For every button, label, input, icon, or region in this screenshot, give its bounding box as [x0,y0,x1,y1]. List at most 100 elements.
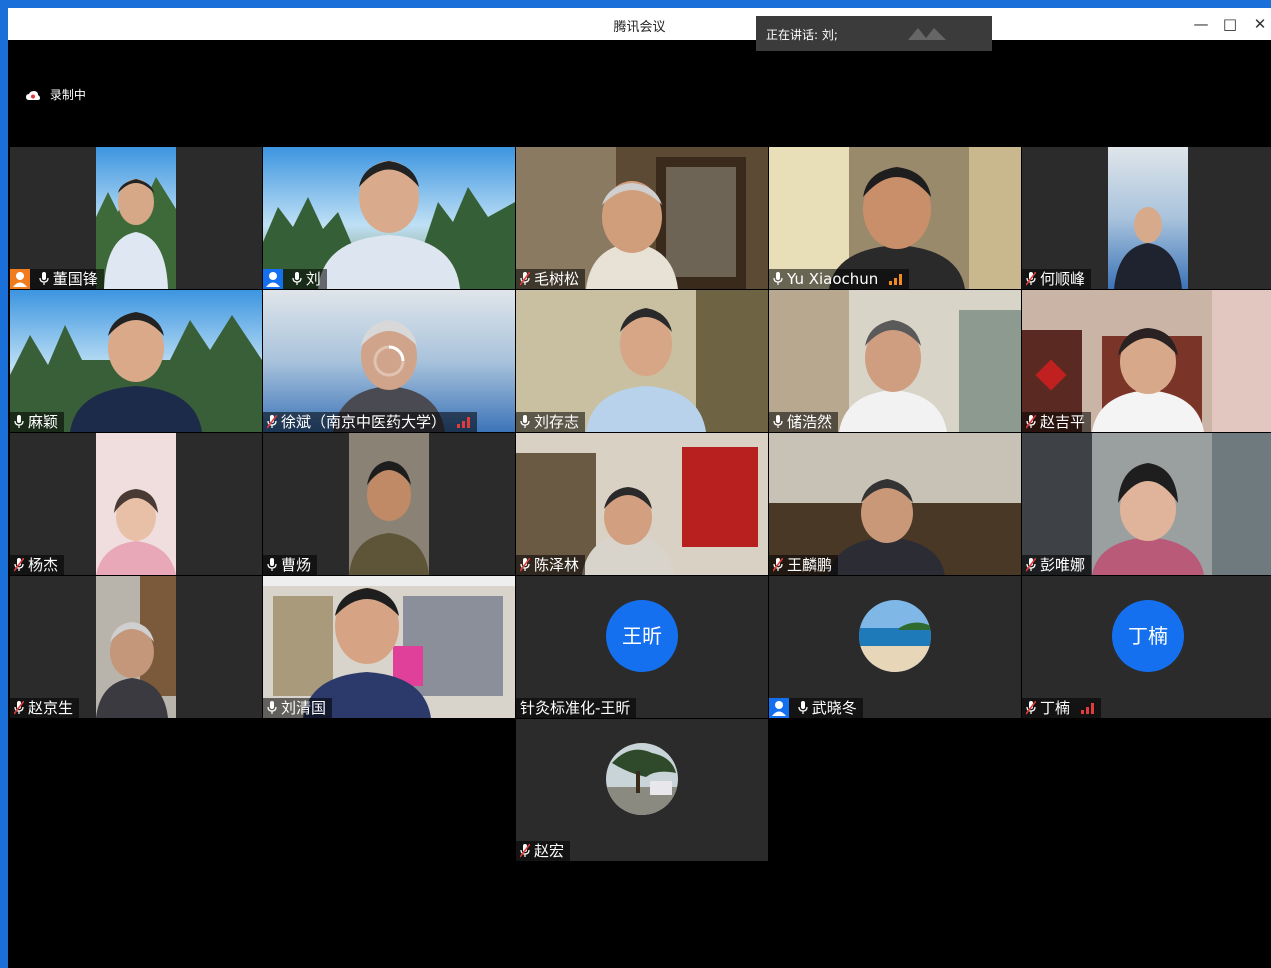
participant-name: 丁楠 [1040,699,1071,717]
participant-label: 赵吉平 [1022,412,1092,432]
participant-video [10,290,262,432]
participant-name: 彭唯娜 [1040,556,1086,574]
mic-icon [773,272,783,286]
mic-muted-icon [1026,415,1036,429]
participant-tile[interactable]: 赵京生 [10,576,262,718]
participant-name: 赵吉平 [1040,413,1086,431]
participant-name: 刘 [305,270,321,288]
mic-icon [267,558,277,572]
participant-label: 刘 [263,269,327,289]
mic-muted-icon [1026,558,1036,572]
participant-tile[interactable]: 刘存志 [516,290,768,432]
participant-video [1022,290,1271,432]
mic-icon [39,272,49,286]
participant-tile[interactable]: 王麟鹏 [769,433,1021,575]
participant-name: 董国锋 [52,270,98,288]
title-bar: 腾讯会议 — □ ✕ [8,8,1271,40]
participant-tile-no-video[interactable]: 丁楠 丁楠 [1022,576,1271,718]
participant-tile-active-speaker[interactable]: 刘 [263,147,515,289]
participant-label: 刘存志 [516,412,586,432]
mic-muted-icon [267,415,277,429]
recording-cloud-icon [26,90,40,100]
participant-tile[interactable]: 毛树松 [516,147,768,289]
participant-label: 杨杰 [10,555,65,575]
participant-name: 麻颖 [28,413,59,431]
window-title: 腾讯会议 [613,20,666,35]
participant-video [263,147,515,289]
mic-icon [520,415,530,429]
participant-name: Yu Xiaochun [787,270,879,288]
minimize-icon[interactable]: — [1187,12,1215,36]
participant-video [1108,147,1188,289]
mic-muted-icon [520,844,530,858]
participant-video [1022,433,1271,575]
mic-icon [267,701,277,715]
participant-tile[interactable]: Yu Xiaochun [769,147,1021,289]
participant-tile-no-video[interactable]: 赵宏 [516,719,768,861]
speaking-text: 正在讲话: 刘; [766,28,838,42]
participant-tile[interactable]: 董国锋 [10,147,262,289]
participant-name: 毛树松 [534,270,580,288]
participant-video [96,433,176,575]
participant-label: Yu Xiaochun [769,269,910,289]
participant-name: 赵宏 [534,842,565,860]
recording-label: 录制中 [49,88,86,102]
user-icon [769,698,789,718]
signal-icon [1080,703,1094,714]
mic-muted-icon [14,701,24,715]
participant-label: 毛树松 [516,269,586,289]
participant-name: 刘存志 [534,413,580,431]
participant-tile[interactable]: 彭唯娜 [1022,433,1271,575]
participant-tile[interactable]: 陈泽林 [516,433,768,575]
participant-label: 刘清国 [263,698,333,718]
mic-muted-icon [1026,701,1036,715]
maximize-icon[interactable]: □ [1216,12,1244,36]
participant-label: 麻颖 [10,412,65,432]
host-icon [10,269,30,289]
participant-label: 何顺峰 [1022,269,1092,289]
participant-label: 董国锋 [10,269,104,289]
participant-name: 杨杰 [28,556,59,574]
participant-video [769,147,1021,289]
close-icon[interactable]: ✕ [1246,12,1271,36]
participant-video [516,147,768,289]
participant-name: 曹炀 [281,556,312,574]
participant-name: 刘清国 [281,699,327,717]
participant-tile[interactable]: 徐斌（南京中医药大学） [263,290,515,432]
mic-muted-icon [773,558,783,572]
participant-video [263,576,515,718]
speaking-indicator: 正在讲话: 刘; [756,16,992,51]
participant-avatar: 丁楠 [1112,600,1184,672]
participant-tile[interactable]: 杨杰 [10,433,262,575]
participant-name: 武晓冬 [811,699,857,717]
participant-label: 针灸标准化-王昕 [516,698,637,718]
participant-video [349,433,429,575]
mic-muted-icon [14,558,24,572]
participant-tile-no-video[interactable]: 武晓冬 [769,576,1021,718]
participant-tile[interactable]: 曹炀 [263,433,515,575]
participant-tile[interactable]: 刘清国 [263,576,515,718]
participant-video [769,433,1021,575]
participant-name: 陈泽林 [534,556,580,574]
participant-tile[interactable]: 麻颖 [10,290,262,432]
participant-name: 赵京生 [28,699,74,717]
participant-tile-no-video[interactable]: 王昕 针灸标准化-王昕 [516,576,768,718]
participant-avatar: 王昕 [606,600,678,672]
mic-icon [773,415,783,429]
participant-tile[interactable]: 何顺峰 [1022,147,1271,289]
participant-label: 储浩然 [769,412,839,432]
participant-tile[interactable]: 储浩然 [769,290,1021,432]
participant-label: 王麟鹏 [769,555,839,575]
signal-icon [456,417,470,428]
participant-video [769,290,1021,432]
participant-name: 针灸标准化-王昕 [520,699,631,717]
mic-icon [798,701,808,715]
signal-icon [889,274,903,285]
participant-label: 徐斌（南京中医药大学） [263,412,477,432]
mic-muted-icon [1026,272,1036,286]
recording-status: 录制中 [26,86,86,103]
participant-label: 彭唯娜 [1022,555,1092,575]
participant-label: 曹炀 [263,555,318,575]
meeting-window: 腾讯会议 — □ ✕ 正在讲话: 刘; 录制中 董国锋 刘 毛树松 Yu Xia… [8,8,1271,968]
participant-tile[interactable]: 赵吉平 [1022,290,1271,432]
